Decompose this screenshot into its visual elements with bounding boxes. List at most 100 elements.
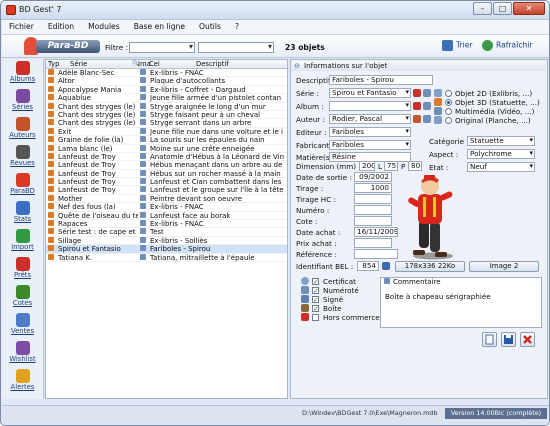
table-row[interactable]: Nef des fous (la) Ex-libris - FNAC <box>46 203 287 212</box>
table-row[interactable]: Lanfeust de Troy Lanfeust et Cian combatt… <box>46 178 287 187</box>
col-cei[interactable]: Cei <box>149 60 160 68</box>
table-row[interactable]: Rapaces Ex-libris - FNAC <box>46 220 287 229</box>
auteur-link-icon[interactable] <box>413 115 421 123</box>
serie-field[interactable]: Spirou et Fantasio <box>329 88 411 98</box>
menu-outils[interactable]: Outils <box>192 20 228 31</box>
delete-button[interactable] <box>520 332 535 347</box>
maximize-button[interactable]: □ <box>493 2 512 15</box>
fabricant-field[interactable]: Fariboles <box>329 140 411 150</box>
date-sortie-field[interactable]: 09/2002 <box>354 172 392 182</box>
table-row[interactable]: Chant des stryges (le) Stryge serrant dan… <box>46 119 287 128</box>
bel-link-icon[interactable] <box>382 262 390 270</box>
refresh-button[interactable]: Rafraîchir <box>482 40 533 51</box>
aspect-field[interactable]: Polychrome <box>467 149 535 159</box>
radio-2d[interactable] <box>445 90 452 97</box>
categorie-field[interactable]: Statuette <box>467 136 535 146</box>
checkbox-numrot[interactable]: ✓ <box>312 287 319 294</box>
section-header[interactable]: Informations sur l'objet <box>292 61 546 71</box>
serie-link-icon[interactable] <box>413 89 421 97</box>
table-row[interactable]: Lama blanc (le) Moine sur une crête ennei… <box>46 144 287 153</box>
descriptif-field[interactable]: Fariboles - Spirou <box>329 75 433 85</box>
dim-h-field[interactable]: 200 <box>359 161 375 171</box>
col-type[interactable]: Typ <box>48 60 59 68</box>
checkbox-horscommerce[interactable] <box>312 314 319 321</box>
album-search-icon[interactable] <box>423 102 431 110</box>
serie-search-icon[interactable] <box>423 89 431 97</box>
radio-3d[interactable] <box>445 99 452 106</box>
sidebar-item-loans[interactable]: Prêts <box>2 257 43 283</box>
new-button[interactable] <box>482 332 497 347</box>
filter-combo-1[interactable] <box>129 42 195 53</box>
album-field[interactable] <box>329 101 411 111</box>
save-button[interactable] <box>501 332 516 347</box>
table-row[interactable]: Lanfeust de Troy Hébus menaçant dans un a… <box>46 161 287 170</box>
sidebar-item-ratings[interactable]: Cotes <box>2 285 43 311</box>
numero-field[interactable] <box>354 205 392 215</box>
table-row[interactable]: Lanfeust de Troy Anatomie d'Hébus à la Lé… <box>46 152 287 162</box>
checkbox-sign[interactable]: ✓ <box>312 296 319 303</box>
sidebar-item-albums[interactable]: Albums <box>2 61 43 87</box>
table-row[interactable]: Chant des stryges (le) Stryge faisant peu… <box>46 110 287 120</box>
checkbox-certificat[interactable]: ✓ <box>312 278 319 285</box>
dim-l-field[interactable]: 75 <box>384 161 398 171</box>
table-row[interactable]: Adèle Blanc-Sec Ex-libris - FNAC <box>46 69 287 78</box>
sidebar-item-sales[interactable]: Ventes <box>2 313 43 339</box>
col-serie[interactable]: Série <box>70 60 87 68</box>
bel-field[interactable]: 854 <box>357 261 379 271</box>
radio-original[interactable] <box>445 117 452 124</box>
table-row[interactable]: Quête de l'oiseau du te... Lanfeust face … <box>46 211 287 221</box>
sidebar-item-parabd[interactable]: ParaBD <box>2 173 43 199</box>
sidebar-item-alerts[interactable]: Alertes <box>2 369 43 395</box>
filter-combo-2[interactable] <box>198 42 274 53</box>
close-button[interactable]: ✕ <box>513 2 545 15</box>
menu-base-en-ligne[interactable]: Base en ligne <box>127 20 192 31</box>
table-row[interactable]: Graine de folie (la) La souris sur les ép… <box>46 136 287 145</box>
sidebar-item-series[interactable]: Séries <box>2 89 43 115</box>
sidebar-item-stats[interactable]: Stats <box>2 201 43 227</box>
comment-tab[interactable]: Commentaire <box>382 277 452 287</box>
sidebar-item-authors[interactable]: Auteurs <box>2 117 43 143</box>
table-row[interactable]: Altor Plaque d'autocollants <box>46 77 287 86</box>
menu-edition[interactable]: Edition <box>41 20 81 31</box>
radio-multimedia[interactable] <box>445 108 452 115</box>
date-achat-field[interactable]: 16/11/2009 <box>354 227 398 237</box>
table-row[interactable]: Sillage Ex-libris - Solliès <box>46 236 287 246</box>
table-row[interactable]: Lanfeust de Troy Lanfeust et le groupe su… <box>46 186 287 195</box>
sort-button[interactable]: Trier <box>442 40 473 51</box>
etat-field[interactable]: Neuf <box>467 162 535 172</box>
checkbox-bote[interactable]: ✓ <box>312 305 319 312</box>
minimize-button[interactable]: – <box>473 2 492 15</box>
auteur-search-icon[interactable] <box>423 115 431 123</box>
table-row[interactable]: Tatiana K. Tatiana, mitraillette à l'épau… <box>46 253 287 262</box>
table-row[interactable]: Exit Jeune fille nue dans une voiture et … <box>46 127 287 137</box>
table-row[interactable]: Spirou et Fantasio Fariboles - Spirou <box>46 245 287 254</box>
table-row[interactable]: Lanfeust de Troy Hébus sur un rocher mass… <box>46 169 287 179</box>
table-row[interactable]: Série test : de cape et ... Test <box>46 228 287 237</box>
sidebar-item-import[interactable]: Import <box>2 229 43 255</box>
table-row[interactable]: Chant des stryges (le) Stryge araignée le… <box>46 102 287 111</box>
wishlist-icon <box>15 341 30 355</box>
menu-help[interactable]: ? <box>228 20 246 31</box>
image2-button[interactable]: Image 2 <box>469 261 539 272</box>
editeur-field[interactable]: Fariboles <box>329 127 411 137</box>
sidebar-item-magazines[interactable]: Revues <box>2 145 43 171</box>
tirage-hc-field[interactable] <box>354 194 392 204</box>
sidebar-item-wishlist[interactable]: Wishlist <box>2 341 43 367</box>
image1-button[interactable]: 178x336 22Ko <box>395 261 465 272</box>
object-type-icon <box>48 94 54 101</box>
album-link-icon[interactable] <box>413 102 421 110</box>
reference-field[interactable] <box>354 249 398 259</box>
table-row[interactable]: Apocalypse Mania Ex-libris - Coffret - Da… <box>46 85 287 95</box>
table-row[interactable]: Aquablue Jeune fille armée d'un pistolet … <box>46 94 287 103</box>
tirage-field[interactable]: 1000 <box>354 183 392 193</box>
prix-achat-field[interactable] <box>354 238 392 248</box>
table-row[interactable]: Mother Peintre devant son oeuvre <box>46 194 287 204</box>
dim-p-field[interactable]: 80 <box>408 161 422 171</box>
cote-field[interactable] <box>354 216 392 226</box>
comment-text[interactable]: Boîte à chapeau sérigraphiée <box>385 292 491 301</box>
col-descriptif[interactable]: Descriptif <box>196 60 229 68</box>
object-type-icon <box>48 127 54 134</box>
auteur-field[interactable]: Rodier, Pascal <box>329 114 411 124</box>
menu-fichier[interactable]: Fichier <box>2 20 41 31</box>
menu-modules[interactable]: Modules <box>81 20 127 31</box>
